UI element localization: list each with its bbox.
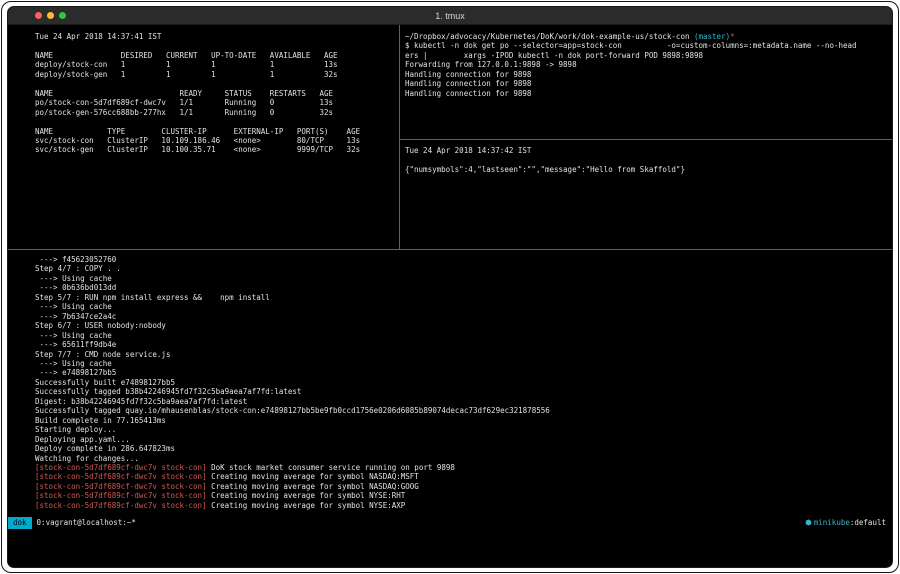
kube-context-icon: ⬢ bbox=[805, 517, 814, 529]
terminal-line: po/stock-con-5d7df689cf-dwc7v 1/1 Runnin… bbox=[35, 98, 395, 107]
terminal-line: Tue 24 Apr 2018 14:37:41 IST bbox=[35, 32, 395, 41]
terminal-line: Deploy complete in 286.647823ms bbox=[35, 444, 888, 453]
terminal-line: [stock-con-5d7df689cf-dwc7v stock-con] C… bbox=[35, 491, 888, 500]
terminal-line: Starting deploy... bbox=[35, 425, 888, 434]
terminal-line: Handling connection for 9898 bbox=[405, 89, 888, 98]
terminal-line: Step 7/7 : CMD node service.js bbox=[35, 350, 888, 359]
kube-context-namespace: :default bbox=[850, 517, 886, 529]
terminal-line: po/stock-gen-576cc688bb-277hx 1/1 Runnin… bbox=[35, 108, 395, 117]
terminal-line bbox=[35, 79, 395, 88]
terminal-line: NAME DESIRED CURRENT UP-TO-DATE AVAILABL… bbox=[35, 51, 395, 60]
terminal-line: ~/Dropbox/advocacy/Kubernetes/DoK/work/d… bbox=[405, 32, 888, 41]
window-title: 1. tmux bbox=[8, 11, 892, 21]
terminal-line: ---> 65611ff9db4e bbox=[35, 340, 888, 349]
terminal-line: [stock-con-5d7df689cf-dwc7v stock-con] C… bbox=[35, 482, 888, 491]
tmux-window-label[interactable]: 0:vagrant@localhost:~* bbox=[32, 517, 136, 529]
pane-kubectl-resources[interactable]: Tue 24 Apr 2018 14:37:41 IST NAME DESIRE… bbox=[8, 25, 399, 249]
tmux-session-name[interactable]: dok bbox=[8, 517, 32, 529]
tmux-status-bar: dok 0:vagrant@localhost:~* ⬢ minikube :d… bbox=[8, 517, 892, 529]
terminal-line: Build complete in 77.165413ms bbox=[35, 416, 888, 425]
terminal-line: Successfully built e74898127bb5 bbox=[35, 378, 888, 387]
terminal-line: ---> Using cache bbox=[35, 302, 888, 311]
terminal-line: Step 5/7 : RUN npm install express && np… bbox=[35, 293, 888, 302]
terminal-line: NAME TYPE CLUSTER-IP EXTERNAL-IP PORT(S)… bbox=[35, 127, 395, 136]
terminal-line: Handling connection for 9898 bbox=[405, 79, 888, 88]
terminal-line: $ kubectl -n dok get po --selector=app=s… bbox=[405, 41, 888, 50]
terminal-line: NAME READY STATUS RESTARTS AGE bbox=[35, 89, 395, 98]
pane-shell-port-forward[interactable]: ~/Dropbox/advocacy/Kubernetes/DoK/work/d… bbox=[400, 25, 892, 139]
terminal-line: deploy/stock-con 1 1 1 1 13s bbox=[35, 60, 395, 69]
terminal-line: Step 4/7 : COPY . . bbox=[35, 264, 888, 273]
terminal-line: ---> e74898127bb5 bbox=[35, 368, 888, 377]
terminal-line: ---> 7b6347ce2a4c bbox=[35, 312, 888, 321]
terminal-line: [stock-con-5d7df689cf-dwc7v stock-con] C… bbox=[35, 472, 888, 481]
terminal-line: ---> f45623052760 bbox=[35, 255, 888, 264]
terminal-line: Forwarding from 127.0.0.1:9898 -> 9898 bbox=[405, 60, 888, 69]
terminal-line: Step 6/7 : USER nobody:nobody bbox=[35, 321, 888, 330]
terminal-line: ---> Using cache bbox=[35, 274, 888, 283]
terminal-line: Handling connection for 9898 bbox=[405, 70, 888, 79]
terminal-line: svc/stock-con ClusterIP 10.109.186.46 <n… bbox=[35, 136, 395, 145]
terminal-line: ---> Using cache bbox=[35, 331, 888, 340]
terminal-line: Watching for changes... bbox=[35, 454, 888, 463]
pane-skaffold-build-log[interactable]: ---> f45623052760Step 4/7 : COPY . . ---… bbox=[8, 250, 892, 517]
tmux-session: Tue 24 Apr 2018 14:37:41 IST NAME DESIRE… bbox=[8, 25, 892, 567]
tmux-status-right: ⬢ minikube :default bbox=[805, 517, 892, 529]
kube-context-name: minikube bbox=[814, 517, 850, 529]
terminal-window: 1. tmux Tue 24 Apr 2018 14:37:41 IST NAM… bbox=[7, 6, 893, 568]
terminal-line: Successfully tagged b38b42246945fd7f32c5… bbox=[35, 387, 888, 396]
terminal-line: Tue 24 Apr 2018 14:37:42 IST bbox=[405, 146, 888, 155]
terminal-line: {"numsymbols":4,"lastseen":"","message":… bbox=[405, 165, 888, 174]
top-pane-row: Tue 24 Apr 2018 14:37:41 IST NAME DESIRE… bbox=[8, 25, 892, 249]
terminal-line bbox=[405, 155, 888, 164]
terminal-line bbox=[35, 117, 395, 126]
terminal-line: Digest: b38b42246945fd7f32c5ba9aea7af7fd… bbox=[35, 397, 888, 406]
terminal-line: deploy/stock-gen 1 1 1 1 32s bbox=[35, 70, 395, 79]
terminal-line: svc/stock-gen ClusterIP 10.100.35.71 <no… bbox=[35, 145, 395, 154]
terminal-line: Successfully tagged quay.io/mhausenblas/… bbox=[35, 406, 888, 415]
terminal-line: ---> Using cache bbox=[35, 359, 888, 368]
terminal-line bbox=[35, 41, 395, 50]
right-pane-column: ~/Dropbox/advocacy/Kubernetes/DoK/work/d… bbox=[400, 25, 892, 249]
pane-curl-response[interactable]: Tue 24 Apr 2018 14:37:42 IST {"numsymbol… bbox=[400, 140, 892, 249]
terminal-line: Deploying app.yaml... bbox=[35, 435, 888, 444]
terminal-line: [stock-con-5d7df689cf-dwc7v stock-con] D… bbox=[35, 463, 888, 472]
window-titlebar: 1. tmux bbox=[8, 7, 892, 25]
terminal-line: ers | xargs -IPOD kubectl -n dok port-fo… bbox=[405, 51, 888, 60]
terminal-line: [stock-con-5d7df689cf-dwc7v stock-con] C… bbox=[35, 501, 888, 510]
terminal-bottom-filler bbox=[8, 529, 892, 567]
terminal-line: ---> 0b636bd013dd bbox=[35, 283, 888, 292]
